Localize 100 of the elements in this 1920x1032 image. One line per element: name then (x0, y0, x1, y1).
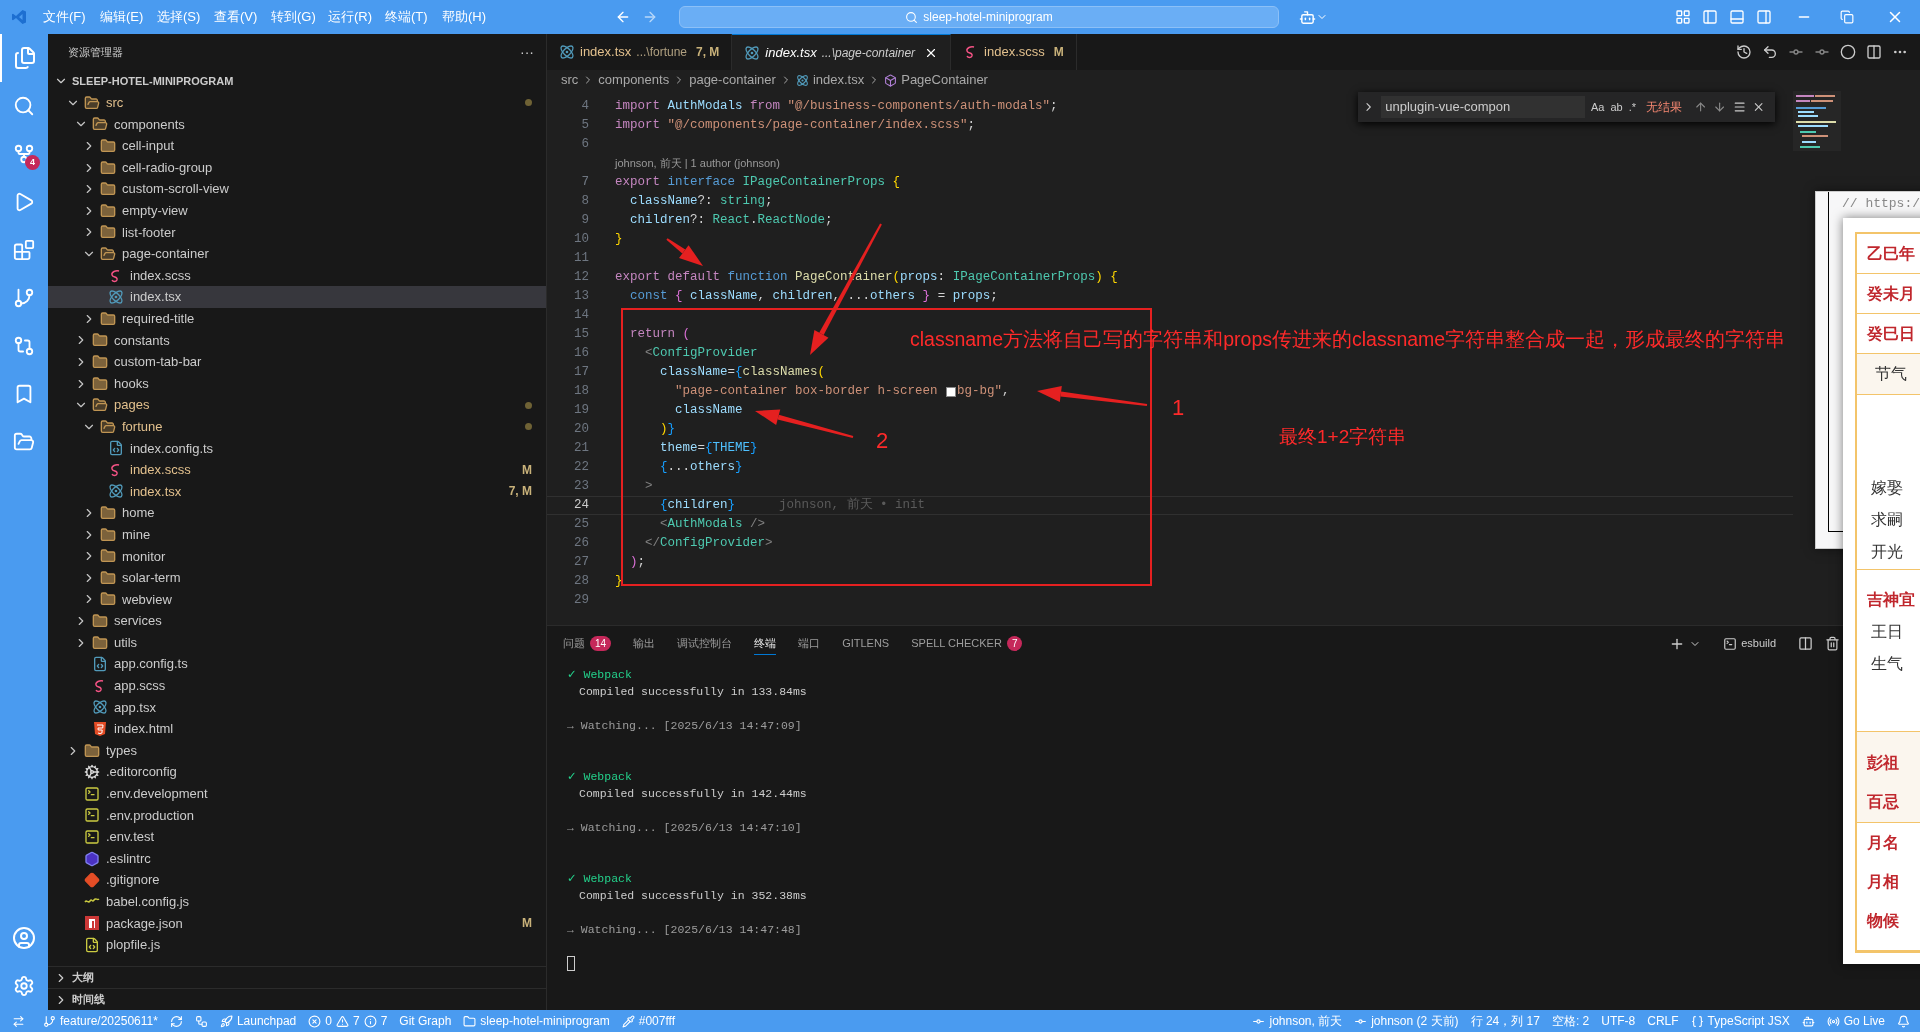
folder-row[interactable]: home (48, 502, 546, 524)
folder-row[interactable]: list-footer (48, 221, 546, 244)
editor-tab[interactable]: index.tsx ...\page-container (732, 34, 952, 70)
trash-icon[interactable] (1825, 636, 1840, 651)
file-row[interactable]: .env.test (48, 826, 546, 848)
folder-icon (100, 202, 116, 219)
breadcrumb-item[interactable]: PageContainer (901, 70, 988, 90)
file-name: package.json (106, 914, 183, 933)
collapsed-section[interactable]: 大纲 (48, 966, 546, 988)
folder-row[interactable]: pages (48, 394, 546, 416)
folder-row[interactable]: components (48, 113, 546, 136)
previous-match-icon[interactable] (1694, 100, 1708, 114)
folder-row[interactable]: empty-view (48, 199, 546, 222)
file-row[interactable]: package.json M (48, 912, 546, 935)
panel-tab[interactable]: 问题 14 (563, 632, 612, 655)
folder-row[interactable]: constants (48, 329, 546, 352)
file-name: utils (114, 633, 138, 652)
file-row[interactable]: .env.production (48, 804, 546, 827)
folder-row[interactable]: page-container (48, 243, 546, 265)
file-name: cell-radio-group (122, 158, 213, 177)
panel-tab[interactable]: SPELL CHECKER 7 (911, 632, 1023, 655)
editor-tab[interactable]: index.scss M (951, 34, 1077, 70)
file-row[interactable]: index.config.ts (48, 437, 546, 460)
folder-row[interactable]: hooks (48, 372, 546, 395)
panel-tab[interactable]: GITLENS (842, 632, 890, 655)
file-row[interactable]: plopfile.js (48, 934, 546, 956)
next-match-icon[interactable] (1713, 100, 1727, 114)
file-row[interactable]: app.scss (48, 675, 546, 697)
folder-row[interactable]: custom-scroll-view (48, 178, 546, 200)
folder-row[interactable]: required-title (48, 307, 546, 330)
terminal-profile[interactable]: esbuild (1723, 635, 1776, 652)
toggle-sidebar-icon[interactable] (1702, 9, 1718, 25)
folder-row[interactable]: services (48, 610, 546, 632)
breadcrumb-item[interactable]: src (561, 70, 579, 90)
folder-row[interactable]: cell-input (48, 135, 546, 157)
find-in-selection-icon[interactable] (1732, 100, 1746, 114)
line-number: 22 (573, 459, 589, 477)
revert-icon[interactable] (1762, 44, 1778, 60)
panel-tab[interactable]: 调试控制台 (677, 632, 733, 655)
folder-row[interactable]: src (48, 92, 546, 114)
file-row[interactable]: babel.config.js (48, 890, 546, 913)
toggle-panel-icon[interactable] (1729, 9, 1745, 25)
toggle-secondary-sidebar-icon[interactable] (1756, 9, 1772, 25)
file-row[interactable]: index.scss M (48, 459, 546, 481)
line-number: 27 (573, 554, 589, 572)
find-option-button[interactable]: Aa (1590, 98, 1605, 116)
folder-row[interactable]: webview (48, 588, 546, 611)
panel-tab[interactable]: 端口 (798, 632, 821, 655)
file-name: .env.development (106, 785, 208, 804)
code-line: > (644, 478, 653, 496)
file-row[interactable]: index.tsx (48, 286, 546, 308)
folder-row[interactable]: mine (48, 523, 546, 546)
file-row[interactable]: .gitignore (48, 869, 546, 891)
file-row[interactable]: app.config.ts (48, 653, 546, 676)
history-icon[interactable] (1736, 44, 1752, 60)
folder-row[interactable]: monitor (48, 545, 546, 568)
file-row[interactable]: .env.development (48, 783, 546, 805)
split-terminal-icon[interactable] (1798, 636, 1813, 651)
line-number: 19 (573, 402, 589, 420)
split-editor-icon[interactable] (1866, 44, 1882, 60)
terminal-cursor (567, 956, 575, 971)
file-name: home (122, 504, 155, 523)
folder-row[interactable]: custom-tab-bar (48, 351, 546, 373)
folder-row[interactable]: cell-radio-group (48, 156, 546, 179)
annotation-arrow (666, 238, 703, 266)
folder-row[interactable]: fortune (48, 415, 546, 438)
cog-icon (84, 764, 100, 781)
source-control-icon[interactable] (13, 143, 35, 165)
codelens-text[interactable]: johnson, 前天 | 1 author (johnson) (615, 155, 780, 172)
remote-icon (12, 1014, 25, 1028)
breadcrumb-item[interactable]: index.tsx (812, 70, 865, 90)
breadcrumb-item[interactable]: page-container (689, 70, 776, 90)
breadcrumb-item[interactable]: components (598, 70, 670, 90)
file-name: .editorconfig (106, 763, 177, 782)
terminal-line: Compiled successfully in 133.84ms (579, 683, 807, 700)
file-row[interactable]: index.tsx 7, M (48, 480, 546, 503)
find-input[interactable]: unplugin-vue-compon (1381, 96, 1585, 118)
file-name: .gitignore (106, 871, 160, 890)
file-row[interactable]: .eslintrc (48, 847, 546, 870)
line-number: 4 (580, 98, 589, 116)
back-icon[interactable] (615, 9, 631, 25)
copilot-button[interactable] (1299, 8, 1328, 26)
workspace-title[interactable]: SLEEP-HOTEL-MINIPROGRAM (72, 72, 234, 90)
find-option-button[interactable]: ab (1610, 98, 1623, 116)
folder-row[interactable]: solar-term (48, 567, 546, 589)
annotation-text: 最终1+2字符串 (1279, 425, 1407, 449)
folder-row[interactable]: types (48, 739, 546, 762)
panel-tab[interactable]: 输出 (633, 632, 656, 655)
file-row[interactable]: index.scss (48, 264, 546, 287)
find-option-button[interactable]: .* (1628, 98, 1636, 116)
folder-icon (92, 375, 108, 392)
more-actions-button[interactable]: ··· (520, 41, 534, 63)
annotation-number: 1 (1172, 394, 1185, 422)
file-row[interactable]: .editorconfig (48, 761, 546, 783)
file-row[interactable]: app.tsx (48, 696, 546, 719)
panel-tab[interactable]: 终端 (754, 632, 777, 655)
file-row[interactable]: index.html (48, 718, 546, 740)
layout-icon[interactable] (1675, 9, 1691, 25)
restore-icon[interactable] (1840, 10, 1854, 24)
folder-row[interactable]: utils (48, 631, 546, 654)
